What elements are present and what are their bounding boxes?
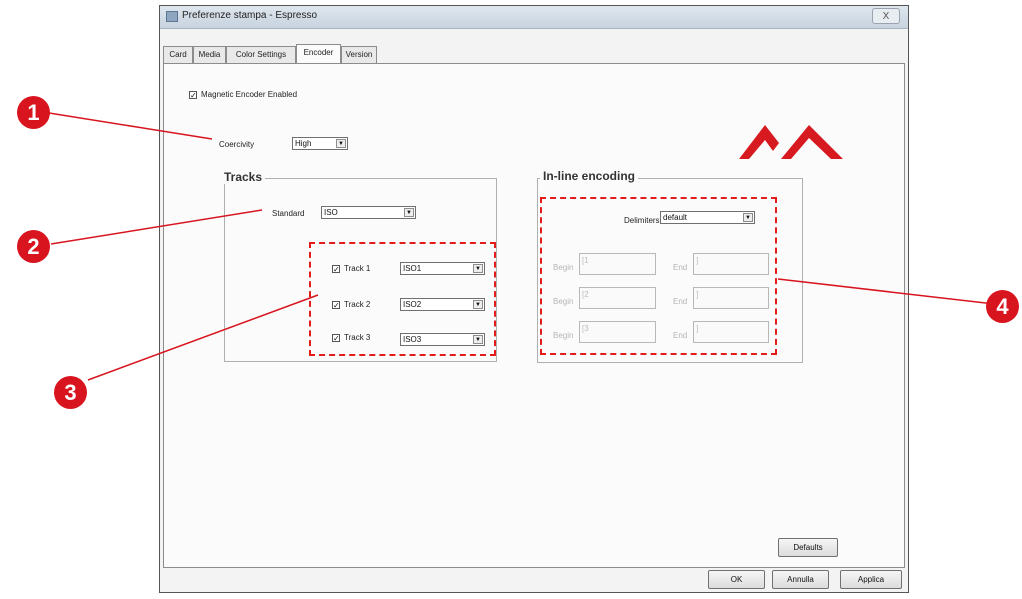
callout-2-badge: 2 [17,230,50,263]
callout-1-badge: 1 [17,96,50,129]
callout-1-line [48,112,213,140]
callout-3-line [87,294,319,381]
callout-2-line [50,209,263,245]
callout-4-badge: 4 [986,290,1019,323]
callout-4-line [777,278,1004,306]
callout-3-badge: 3 [54,376,87,409]
callout-leader-lines [48,112,1004,381]
